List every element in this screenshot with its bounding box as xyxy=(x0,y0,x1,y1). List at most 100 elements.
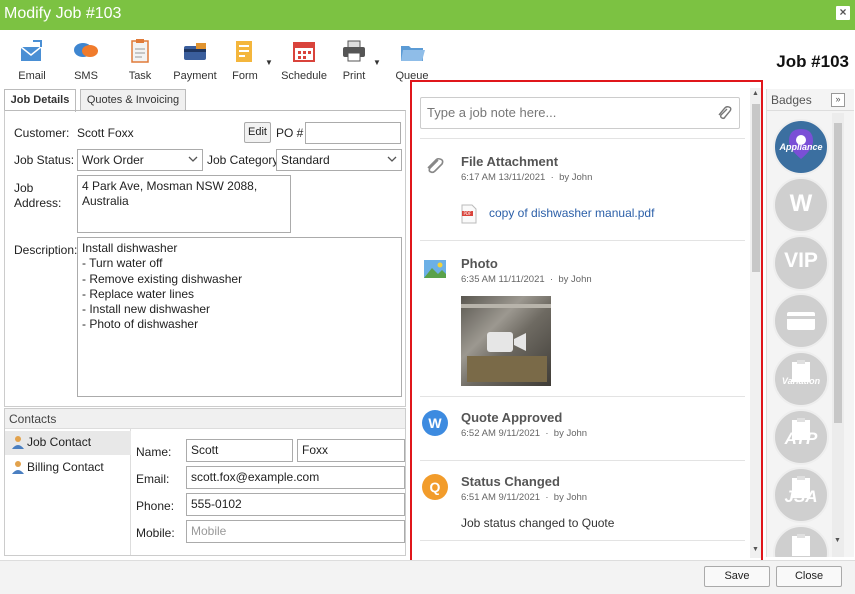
quote-avatar: W xyxy=(422,410,448,436)
note-body: Job status changed to Quote xyxy=(461,516,615,530)
badge-label: ATP xyxy=(784,429,818,448)
paperclip-icon[interactable] xyxy=(715,104,733,122)
form-dropdown-icon[interactable]: ▼ xyxy=(265,58,273,67)
description-label: Description: xyxy=(14,243,78,257)
job-details-panel: Customer: Scott Foxx Edit PO # Job Statu… xyxy=(4,110,406,407)
email-label: Email xyxy=(18,70,46,82)
close-button[interactable]: Close xyxy=(776,566,842,587)
note-title: Photo xyxy=(461,256,498,271)
scroll-down-icon[interactable]: ▼ xyxy=(752,546,759,553)
job-address-label: Job Address: xyxy=(14,181,62,210)
schedule-label: Schedule xyxy=(281,70,327,82)
credit-card-icon xyxy=(787,312,815,330)
window-title: Modify Job #103 xyxy=(4,5,122,22)
badge-atp[interactable]: ATP xyxy=(773,409,829,465)
badge-label: Appliance xyxy=(779,142,823,152)
queue-button[interactable]: Queue xyxy=(384,38,440,82)
collapse-badges-icon[interactable]: » xyxy=(831,93,845,107)
sms-button[interactable]: SMS xyxy=(58,38,114,82)
scroll-down-icon[interactable]: ▼ xyxy=(834,537,841,544)
badge-label: W xyxy=(789,190,813,217)
task-label: Task xyxy=(128,70,152,82)
scroll-up-icon[interactable]: ▲ xyxy=(752,90,759,97)
badge-variation[interactable]: Variation xyxy=(773,351,829,407)
note-meta: 6:52 AM 9/11/2021 · by John xyxy=(461,428,588,439)
job-number-title: Job #103 xyxy=(776,52,849,71)
person-icon xyxy=(12,461,24,474)
contact-mobile-label: Mobile: xyxy=(136,526,175,540)
schedule-button[interactable]: Schedule xyxy=(276,38,332,82)
photo-thumbnail[interactable] xyxy=(461,296,551,386)
note-title: File Attachment xyxy=(461,154,559,169)
contact-item-label: Job Contact xyxy=(27,435,92,449)
customer-label: Customer: xyxy=(14,126,70,140)
badges-scrollbar[interactable]: ▼ xyxy=(832,113,844,557)
contacts-section: Contacts Job Contact Billing Contact Nam… xyxy=(4,408,406,556)
note-meta: 6:51 AM 9/11/2021 · by John xyxy=(461,492,588,503)
chevron-down-icon xyxy=(188,156,198,162)
badges-scroll-thumb[interactable] xyxy=(834,123,842,423)
job-note-input[interactable]: Type a job note here... xyxy=(420,97,740,129)
job-category-select[interactable]: Standard xyxy=(276,149,402,171)
task-button[interactable]: Task xyxy=(112,38,168,82)
po-number-input[interactable] xyxy=(305,122,401,144)
contact-item-billing-contact[interactable]: Billing Contact xyxy=(5,456,131,480)
save-button[interactable]: Save xyxy=(704,566,770,587)
print-icon xyxy=(343,40,365,62)
divider xyxy=(420,240,745,241)
contact-item-job-contact[interactable]: Job Contact xyxy=(5,431,131,455)
notes-scrollbar[interactable]: ▲ ▼ xyxy=(750,88,761,558)
badge-card[interactable] xyxy=(773,293,829,349)
first-name-input[interactable]: Scott xyxy=(186,439,293,462)
badge-checklist[interactable] xyxy=(773,525,829,557)
notes-scroll-thumb[interactable] xyxy=(752,104,760,272)
form-icon xyxy=(236,41,252,62)
contact-name-label: Name: xyxy=(136,445,172,459)
contact-list: Job Contact Billing Contact xyxy=(5,429,131,555)
payment-button[interactable]: Payment xyxy=(167,38,223,82)
toolbar: Email SMS Task Payment Form ▼ Schedule P… xyxy=(0,30,855,86)
customer-value: Scott Foxx xyxy=(77,126,134,140)
print-label: Print xyxy=(342,70,366,82)
print-dropdown-icon[interactable]: ▼ xyxy=(373,58,381,67)
badge-w[interactable]: W xyxy=(773,177,829,233)
edit-customer-button[interactable]: Edit xyxy=(244,122,271,143)
badge-jsa[interactable]: JSA xyxy=(773,467,829,523)
form-label: Form xyxy=(232,70,258,82)
email-button[interactable]: Email xyxy=(4,38,60,82)
close-icon[interactable]: × xyxy=(836,6,850,20)
email-field[interactable]: scott.fox@example.com xyxy=(186,466,405,489)
contact-email-label: Email: xyxy=(136,472,170,486)
job-status-select[interactable]: Work Order xyxy=(77,149,203,171)
badges-panel: Badges » Appliance W VIP Variation ATP J… xyxy=(766,89,854,557)
badge-label: JSA xyxy=(784,487,818,506)
job-note-placeholder: Type a job note here... xyxy=(427,105,557,120)
task-icon xyxy=(131,39,149,63)
phone-field[interactable]: 555-0102 xyxy=(186,493,405,516)
sms-label: SMS xyxy=(74,70,98,82)
badge-label: Variation xyxy=(781,376,821,386)
contacts-header: Contacts xyxy=(5,409,405,429)
contact-phone-label: Phone: xyxy=(136,499,175,513)
mobile-field[interactable]: Mobile xyxy=(186,520,405,543)
dialog-footer: Save Close xyxy=(0,560,855,594)
tab-job-details[interactable]: Job Details xyxy=(4,89,76,112)
last-name-input[interactable]: Foxx xyxy=(297,439,405,462)
note-title: Quote Approved xyxy=(461,410,563,425)
schedule-icon xyxy=(293,42,315,62)
badge-vip[interactable]: VIP xyxy=(773,235,829,291)
payment-icon xyxy=(184,43,206,60)
badge-appliance[interactable]: Appliance xyxy=(773,119,829,175)
attachment-link[interactable]: copy of dishwasher manual.pdf xyxy=(489,206,654,220)
photo-icon xyxy=(424,260,446,278)
description-textarea[interactable]: Install dishwasher - Turn water off - Re… xyxy=(77,237,402,397)
job-address-textarea[interactable]: 4 Park Ave, Mosman NSW 2088, Australia xyxy=(77,175,291,233)
queue-icon xyxy=(401,46,425,61)
po-label: PO # xyxy=(276,126,304,140)
job-status-value: Work Order xyxy=(82,153,144,167)
tab-quotes-invoicing[interactable]: Quotes & Invoicing xyxy=(80,89,186,111)
contact-item-label: Billing Contact xyxy=(27,460,104,474)
video-camera-icon xyxy=(487,332,526,352)
badges-title: Badges xyxy=(771,93,812,107)
status-avatar: Q xyxy=(422,474,448,500)
